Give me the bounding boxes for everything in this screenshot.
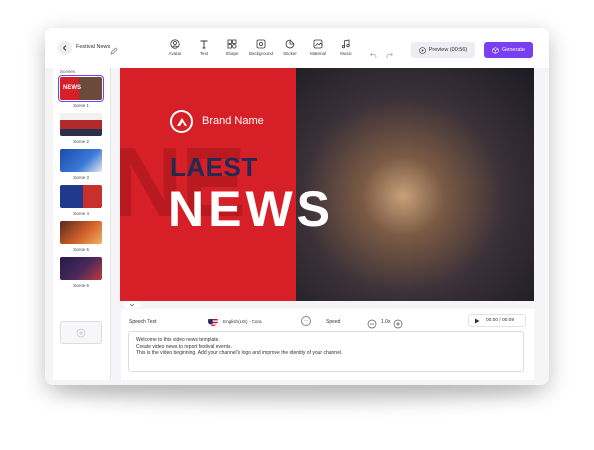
tool-music[interactable]: Music <box>333 39 359 56</box>
scene-thumb-4[interactable]: Scene 4 <box>60 185 102 216</box>
script-line: Welcome to this video news template. <box>136 337 220 343</box>
scene-thumbnail <box>60 257 102 280</box>
scene-thumb-2[interactable]: Scene 2 <box>60 113 102 144</box>
speech-panel: Speech Text English(US) - Cora ··· Speed… <box>121 309 534 380</box>
scene-label: Scene 2 <box>73 139 89 144</box>
more-options-icon[interactable]: ··· <box>301 316 311 326</box>
redo-icon[interactable] <box>385 45 393 63</box>
video-canvas[interactable]: NE Brand Name LAEST NEWS <box>120 68 534 301</box>
scene-thumbnail <box>60 185 102 208</box>
scene-thumb-1[interactable]: NEWS Scene 1 <box>58 75 104 108</box>
undo-icon[interactable] <box>370 45 378 63</box>
scenes-sidebar: Scenes NEWS Scene 1 Scene 2 Scene 3 Scen… <box>53 68 111 380</box>
tool-background[interactable]: Background <box>248 39 274 56</box>
scene-thumb-6[interactable]: Scene 6 <box>60 257 102 288</box>
tool-shape[interactable]: Shape <box>219 39 245 56</box>
chevron-down-icon <box>129 303 135 306</box>
script-line: Create video news to report festival eve… <box>136 343 232 350</box>
add-scene-button[interactable] <box>60 321 102 344</box>
material-icon <box>313 39 323 49</box>
brand-name-text[interactable]: Brand Name <box>202 115 264 127</box>
scenes-title: Scenes <box>60 69 76 74</box>
scene-label: Scene 6 <box>73 283 89 288</box>
tool-material-label: Material <box>309 51 326 56</box>
music-icon <box>341 39 350 49</box>
sticker-icon <box>285 39 295 49</box>
tool-sticker[interactable]: Sticker <box>277 39 303 56</box>
tool-material[interactable]: Material <box>305 39 331 56</box>
scene-label: Scene 3 <box>73 175 89 180</box>
thumb-badge: NEWS <box>63 85 81 91</box>
cube-icon <box>492 46 499 54</box>
scene-thumb-5[interactable]: Scene 5 <box>60 221 102 252</box>
tool-music-label: Music <box>340 51 352 56</box>
scene-thumbnail <box>60 221 102 244</box>
editor-window: Festival News Avatar Text Shape Backgrou… <box>45 28 549 385</box>
tool-sticker-label: Sticker <box>283 51 297 56</box>
tool-background-label: Background <box>248 51 274 56</box>
voice-select[interactable]: English(US) - Cora <box>223 319 262 324</box>
play-circle-icon <box>418 46 426 54</box>
preview-button[interactable]: Preview (00:56) <box>411 42 475 58</box>
background-icon <box>256 39 266 49</box>
tool-avatar[interactable]: Avatar <box>162 39 188 56</box>
scene-thumbnail <box>60 149 102 172</box>
collapse-toggle[interactable] <box>124 301 140 308</box>
top-toolbar: Festival News Avatar Text Shape Backgrou… <box>45 28 549 68</box>
plus-circle-icon <box>76 328 86 337</box>
us-flag-icon <box>208 316 218 326</box>
tool-text[interactable]: Text <box>191 39 217 56</box>
scene-label: Scene 4 <box>73 211 89 216</box>
text-icon <box>200 40 208 49</box>
speech-script-textarea[interactable]: Welcome to this video news template. Cre… <box>128 331 524 372</box>
chevron-left-icon <box>62 45 67 51</box>
pencil-icon[interactable] <box>110 42 118 60</box>
audio-player[interactable]: 00:00 / 00:09 <box>468 314 526 327</box>
tool-avatar-label: Avatar <box>168 51 182 56</box>
script-line: This is the video beginning. Add your ch… <box>136 350 343 357</box>
speed-value: 1.0x <box>381 319 391 325</box>
play-icon[interactable] <box>474 318 480 324</box>
speed-label: Speed <box>326 319 341 325</box>
shape-icon <box>227 39 237 49</box>
speech-text-label: Speech Text <box>129 319 157 325</box>
headline-main-text[interactable]: NEWS <box>168 180 334 238</box>
tool-text-label: Text <box>199 51 209 56</box>
generate-button[interactable]: Generate <box>484 42 533 58</box>
scene-label: Scene 1 <box>73 103 89 108</box>
generate-label: Generate <box>502 47 525 53</box>
back-button[interactable] <box>58 41 72 55</box>
avatar-icon <box>170 39 180 49</box>
audio-time: 00:00 / 00:09 <box>486 318 515 323</box>
project-name[interactable]: Festival News <box>76 44 110 50</box>
tool-shape-label: Shape <box>225 51 239 56</box>
preview-label: Preview (00:56) <box>428 47 468 53</box>
scene-thumb-3[interactable]: Scene 3 <box>60 149 102 180</box>
scene-thumbnail <box>60 113 102 136</box>
scene-thumbnail: NEWS <box>58 75 104 102</box>
headline-top-text[interactable]: LAEST <box>170 152 258 183</box>
scene-label: Scene 5 <box>73 247 89 252</box>
brand-logo-icon[interactable] <box>170 110 193 133</box>
